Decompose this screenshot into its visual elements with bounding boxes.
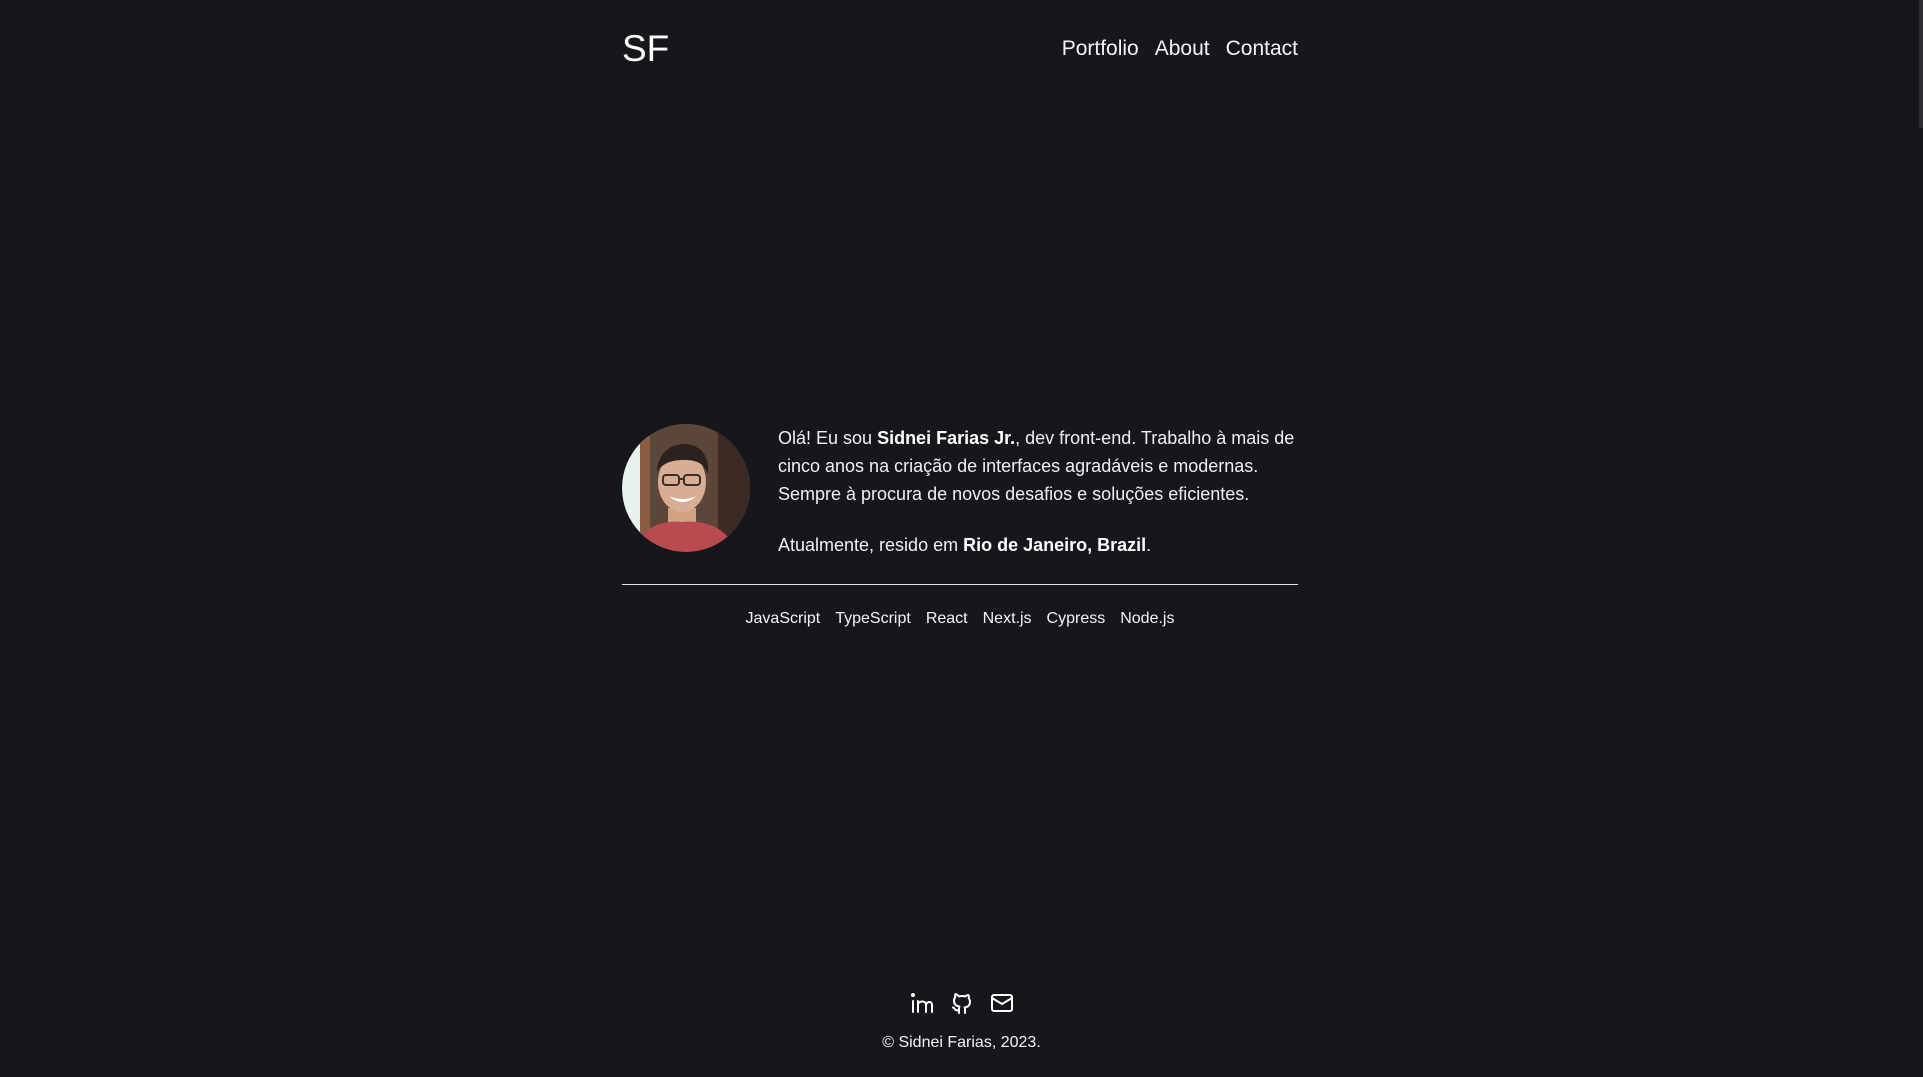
skill-item: TypeScript: [835, 610, 911, 627]
copyright-text: © Sidnei Farias, 2023.: [882, 1034, 1041, 1051]
mail-icon[interactable]: [990, 991, 1014, 1015]
intro-section: Olá! Eu sou Sidnei Farias Jr., dev front…: [622, 424, 1298, 559]
location-suffix-text: .: [1146, 535, 1152, 555]
location-prefix-text: Atualmente, resido em: [778, 535, 964, 555]
github-icon[interactable]: [950, 991, 974, 1015]
nav-about-link[interactable]: About: [1155, 37, 1210, 61]
nav-contact-link[interactable]: Contact: [1226, 37, 1298, 61]
skills-list: JavaScript TypeScript React Next.js Cypr…: [622, 610, 1298, 628]
page-scrollbar[interactable]: [1919, 0, 1923, 128]
profile-avatar: [622, 424, 750, 552]
linkedin-icon[interactable]: [910, 991, 934, 1015]
intro-paragraph: Olá! Eu sou Sidnei Farias Jr., dev front…: [778, 424, 1298, 508]
location-name: Rio de Janeiro, Brazil: [963, 535, 1147, 555]
location-paragraph: Atualmente, resido em Rio de Janeiro, Br…: [778, 531, 1298, 559]
author-name: Sidnei Farias Jr.: [877, 428, 1016, 448]
skill-item: React: [925, 610, 968, 627]
section-divider: [622, 584, 1298, 585]
social-links: [0, 991, 1923, 1015]
nav-portfolio-link[interactable]: Portfolio: [1062, 37, 1139, 61]
site-logo[interactable]: SF: [622, 28, 669, 70]
intro-text: Olá! Eu sou Sidnei Farias Jr., dev front…: [778, 424, 1298, 559]
skill-item: Node.js: [1120, 610, 1175, 627]
skill-item: Cypress: [1046, 610, 1106, 627]
site-header: SF Portfolio About Contact: [622, 24, 1298, 74]
main-nav: Portfolio About Contact: [1062, 37, 1298, 61]
skill-item: Next.js: [982, 610, 1032, 627]
skill-item: JavaScript: [745, 610, 821, 627]
intro-greeting-text: Olá! Eu sou: [778, 428, 878, 448]
